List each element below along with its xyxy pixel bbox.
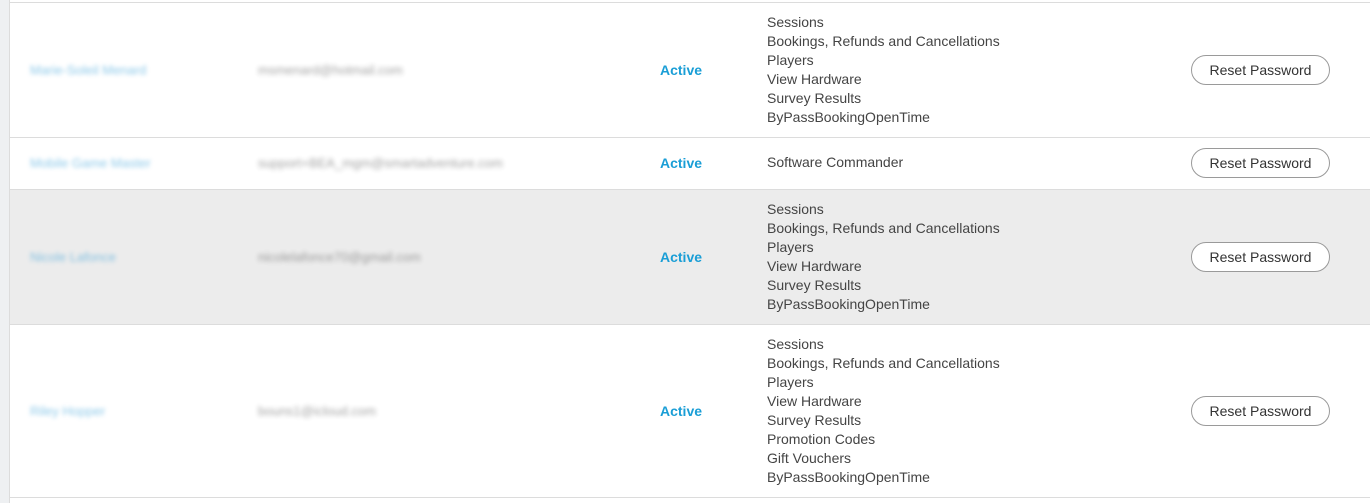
permission-item: View Hardware: [767, 258, 862, 274]
reset-password-button[interactable]: Reset Password: [1191, 396, 1330, 426]
permission-item: Sessions: [767, 201, 824, 217]
permission-item: ByPassBookingOpenTime: [767, 109, 930, 125]
permission-item: Survey Results: [767, 90, 862, 106]
permission-item: Sessions: [767, 336, 824, 352]
user-email: bouns1@icloud.com: [258, 403, 376, 419]
user-name-link[interactable]: Mobile Game Master: [30, 156, 151, 171]
reset-password-button[interactable]: Reset Password: [1191, 55, 1330, 85]
permission-item: ByPassBookingOpenTime: [767, 469, 930, 485]
permission-item: Promotion Codes: [767, 431, 876, 447]
permission-item: ByPassBookingOpenTime: [767, 296, 930, 312]
users-table: Marie-Soleil Menard msmenard@hotmail.com…: [9, 0, 1370, 503]
permission-item: Bookings, Refunds and Cancellations: [767, 355, 1000, 371]
table-row: Riley Hopper bouns1@icloud.com Active Se…: [10, 325, 1370, 498]
user-email: msmenard@hotmail.com: [258, 62, 403, 78]
permission-item: View Hardware: [767, 71, 862, 87]
permission-item: Bookings, Refunds and Cancellations: [767, 220, 1000, 236]
user-name-link[interactable]: Marie-Soleil Menard: [30, 63, 146, 78]
permission-item: Sessions: [767, 14, 824, 30]
user-name-link[interactable]: Riley Hopper: [30, 404, 105, 419]
reset-password-button[interactable]: Reset Password: [1191, 148, 1330, 178]
permission-item: Software Commander: [767, 154, 904, 170]
status-label: Active: [660, 249, 703, 265]
permission-item: Bookings, Refunds and Cancellations: [767, 33, 1000, 49]
table-row: Nicole Lafonce nicolelafonce70@gmail.com…: [10, 190, 1370, 325]
permission-item: Players: [767, 52, 814, 68]
table-row: Mobile Game Master support+BEA_mgm@smart…: [10, 138, 1370, 190]
user-email: nicolelafonce70@gmail.com: [258, 249, 421, 265]
status-label: Active: [660, 155, 703, 171]
status-label: Active: [660, 62, 703, 78]
permission-item: Players: [767, 239, 814, 255]
permissions-list: Sessions Bookings, Refunds and Cancellat…: [767, 13, 1000, 127]
status-label: Active: [660, 403, 703, 419]
reset-password-button[interactable]: Reset Password: [1191, 242, 1330, 272]
permission-item: Players: [767, 374, 814, 390]
permissions-list: Sessions Bookings, Refunds and Cancellat…: [767, 335, 1000, 487]
permissions-list: Sessions Bookings, Refunds and Cancellat…: [767, 200, 1000, 314]
permission-item: Gift Vouchers: [767, 450, 852, 466]
permission-item: View Hardware: [767, 393, 862, 409]
permission-item: Survey Results: [767, 277, 862, 293]
permission-item: Survey Results: [767, 412, 862, 428]
table-row: Marie-Soleil Menard msmenard@hotmail.com…: [10, 3, 1370, 138]
user-name-link[interactable]: Nicole Lafonce: [30, 250, 116, 265]
user-email: support+BEA_mgm@smartadventure.com: [258, 155, 503, 171]
permissions-list: Software Commander: [767, 153, 903, 172]
